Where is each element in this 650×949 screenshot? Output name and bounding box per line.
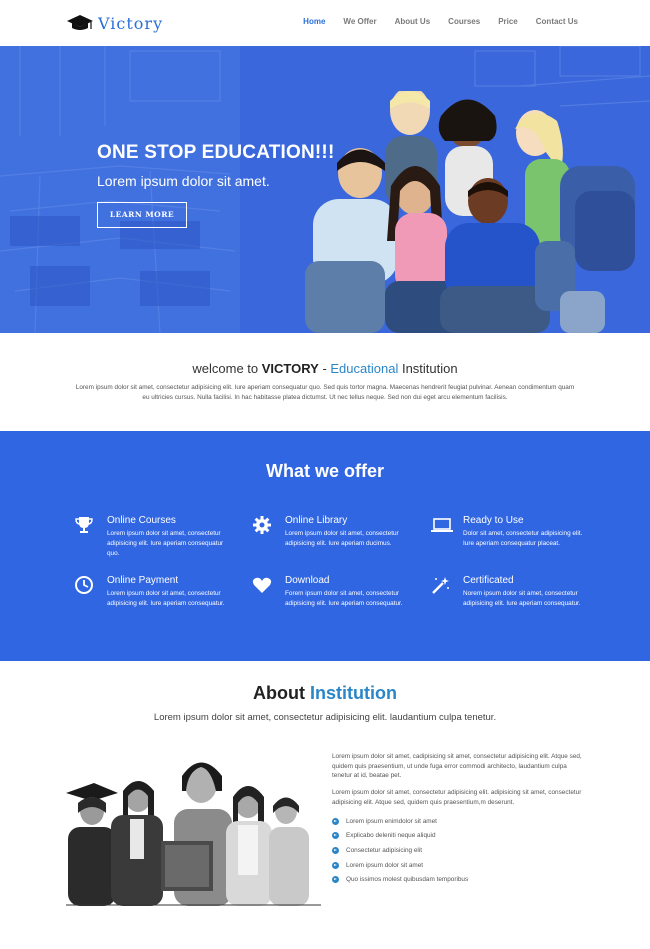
list-item: Lorem ipsum enimdolor sit amet <box>332 814 468 829</box>
trophy-icon <box>75 517 93 533</box>
main-nav: Home We Offer About Us Courses Price Con… <box>285 17 578 26</box>
welcome-title-highlight: Educational <box>330 361 399 376</box>
offer-title: What we offer <box>265 461 384 481</box>
about-subtitle: Lorem ipsum dolor sit amet, consectetur … <box>153 712 497 723</box>
nav-price[interactable]: Price <box>498 17 518 26</box>
hero-banner: ONE STOP EDUCATION!!! Lorem ipsum dolor … <box>0 46 650 333</box>
welcome-title-prefix: welcome to <box>192 361 262 376</box>
gear-icon <box>253 516 271 534</box>
clock-icon <box>75 576 93 594</box>
about-feature-list: Lorem ipsum enimdolor sit amet Explicabo… <box>332 814 468 887</box>
what-we-offer-section: What we offer Online Courses Lorem ipsum… <box>0 431 650 661</box>
logo-text: Victory <box>98 13 164 33</box>
feature-title: Ready to Use <box>463 515 524 526</box>
arrow-circle-icon <box>332 817 339 825</box>
feature-title: Certificated <box>463 575 514 586</box>
list-item-text: Lorem ipsum dolor sit amet <box>346 861 424 869</box>
about-paragraph-2: Lorem ipsum dolor sit amet, consectetur … <box>332 789 582 806</box>
list-item-text: Quo issimos molest quibusdam temporibus <box>346 876 469 884</box>
welcome-text: Lorem ipsum dolor sit amet, consectetur … <box>75 384 575 401</box>
welcome-title-brand: VICTORY <box>261 361 319 376</box>
feature-title: Online Courses <box>107 515 176 526</box>
nav-contact-us[interactable]: Contact Us <box>536 17 578 26</box>
feature-text: Norem ipsum dolor sit amet, consectetur … <box>463 590 581 607</box>
list-item-text: Explicabo deleniti neque aliquid <box>346 832 436 840</box>
students-group-photo <box>305 91 635 333</box>
hero-title: ONE STOP EDUCATION!!! <box>97 142 335 163</box>
feature-text: Lorem ipsum dolor sit amet, consectetur … <box>107 530 224 557</box>
welcome-section: welcome to VICTORY - Educational Institu… <box>0 333 650 431</box>
feature-text: Lorem ipsum dolor sit amet, consectetur … <box>107 590 225 607</box>
welcome-title: welcome to VICTORY - Educational Institu… <box>0 361 650 376</box>
about-paragraph-1: Lorem ipsum dolor sit amet, cadipisicing… <box>332 753 582 779</box>
learn-more-button[interactable]: LEARN MORE <box>97 202 187 228</box>
feature-title: Online Library <box>285 515 348 526</box>
graduation-cap-icon <box>67 15 93 30</box>
arrow-circle-icon <box>332 832 339 840</box>
hero-subtitle: Lorem ipsum dolor sit amet. <box>97 173 270 189</box>
arrow-circle-icon <box>332 876 339 884</box>
about-title-highlight: Institution <box>310 683 397 703</box>
welcome-title-suffix: Institution <box>398 361 458 376</box>
feature-text: Dolor sit amet, consectetur adipisicing … <box>463 530 583 547</box>
feature-title: Online Payment <box>107 575 179 586</box>
feature-text: Forem ipsum dolor sit amet, consectetur … <box>285 590 403 607</box>
arrow-circle-icon <box>332 846 339 854</box>
nav-courses[interactable]: Courses <box>448 17 480 26</box>
about-title-prefix: About <box>253 683 310 703</box>
feature-title: Download <box>285 575 330 586</box>
logo[interactable]: Victory <box>66 11 163 35</box>
list-item: Consectetur adipisicing elit <box>332 843 468 858</box>
feature-text: Lorem ipsum dolor sit amet, consectetur … <box>285 530 399 547</box>
list-item-text: Consectetur adipisicing elit <box>346 846 423 854</box>
arrow-circle-icon <box>332 861 339 869</box>
list-item-text: Lorem ipsum enimdolor sit amet <box>346 817 437 825</box>
welcome-title-dash: - <box>318 361 331 376</box>
list-item: Lorem ipsum dolor sit amet <box>332 858 468 873</box>
students-photo-grayscale <box>66 751 321 906</box>
list-item: Quo issimos molest quibusdam temporibus <box>332 872 468 887</box>
about-title: About Institution <box>0 683 650 704</box>
nav-about-us[interactable]: About Us <box>395 17 431 26</box>
nav-we-offer[interactable]: We Offer <box>343 17 376 26</box>
about-section: About Institution Lorem ipsum dolor sit … <box>0 661 650 949</box>
magic-wand-icon <box>432 577 449 594</box>
laptop-icon <box>431 518 453 532</box>
site-header: Victory Home We Offer About Us Courses P… <box>0 0 650 46</box>
nav-home[interactable]: Home <box>303 17 325 26</box>
list-item: Explicabo deleniti neque aliquid <box>332 829 468 844</box>
heart-icon <box>252 577 272 593</box>
